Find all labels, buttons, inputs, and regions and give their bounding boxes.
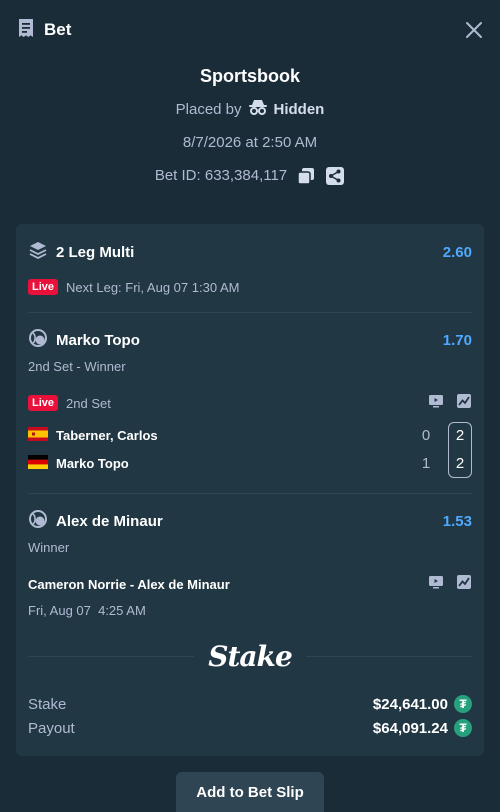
tether-icon: ₮ (454, 695, 472, 713)
leg-1-header: Marko Topo 1.70 (28, 328, 472, 352)
stats-icon[interactable] (456, 393, 472, 414)
divider (28, 312, 472, 313)
tennis-ball-icon (28, 509, 48, 533)
team-2-scores: 1 2 (414, 455, 472, 472)
team-1-scores: 0 2 (414, 427, 472, 444)
multi-title-group: 2 Leg Multi (28, 240, 134, 264)
live-badge: Live (28, 395, 59, 411)
placed-by-line: Placed by Hidden (0, 99, 500, 121)
tennis-ball-icon (28, 328, 48, 352)
header-title-group: Bet (16, 18, 71, 43)
leg-2-market: Winner (28, 540, 70, 555)
stake-logo: Stake (208, 639, 293, 673)
stake-value: $24,641.00 (372, 695, 448, 713)
tv-icon[interactable] (428, 574, 444, 595)
leg-2-event: Cameron Norrie - Alex de Minaur (28, 576, 230, 592)
team-2-name-group: Marko Topo (28, 454, 129, 472)
divider (28, 493, 472, 494)
add-to-bet-slip-button[interactable]: Add to Bet Slip (176, 772, 324, 812)
leg-1-media-icons (428, 393, 472, 414)
share-icon[interactable] (325, 166, 345, 186)
multi-odds: 2.60 (442, 243, 472, 261)
germany-flag-icon (28, 454, 48, 472)
multi-header: 2 Leg Multi 2.60 (28, 242, 472, 262)
placed-by-label: Placed by (175, 101, 242, 118)
leg-2-odds: 1.53 (442, 512, 472, 530)
bet-ticket-icon (16, 18, 36, 43)
bet-id: Bet ID: 633,384,117 (154, 167, 288, 184)
team-1-name: Taberner, Carlos (56, 427, 158, 443)
leg-1-market: 2nd Set - Winner (28, 359, 126, 374)
leg-1-odds: 1.70 (442, 331, 472, 349)
brand-separator: Stake (28, 639, 473, 673)
leg-2-event-row: Cameron Norrie - Alex de Minaur (28, 574, 472, 595)
leg-2-media-icons (428, 574, 472, 595)
stake-label: Stake (28, 695, 67, 713)
payout-value-group: $64,091.24 ₮ (373, 719, 472, 737)
modal-header: Bet (0, 0, 500, 60)
multi-title: 2 Leg Multi (56, 243, 135, 261)
payout-row: Payout $64,091.24 ₮ (28, 716, 472, 740)
leg-1-period: 2nd Set (66, 395, 111, 411)
team-2-current-score: 2 (455, 454, 465, 472)
leg-2-header: Alex de Minaur 1.53 (28, 509, 472, 533)
live-badge: Live (28, 279, 59, 295)
stake-row: Stake $24,641.00 ₮ (28, 692, 472, 716)
bet-meta: Sportsbook Placed by Hidden 8/7/2026 at … (0, 60, 500, 187)
team-1-name-group: Taberner, Carlos (28, 426, 158, 444)
stake-value-group: $24,641.00 ₮ (373, 695, 472, 713)
leg-1-live-row: Live 2nd Set (28, 393, 472, 414)
team-1-current-score: 2 (455, 426, 465, 444)
leg-1-title-group: Marko Topo (28, 328, 140, 352)
bet-datetime: 8/7/2026 at 2:50 AM (182, 134, 318, 151)
separator-line-right (305, 655, 473, 657)
sportsbook-title: Sportsbook (199, 66, 300, 86)
leg-1-live-group: Live 2nd Set (28, 395, 111, 411)
layers-icon (28, 240, 48, 264)
placed-by-name: Hidden (273, 101, 325, 118)
leg-2-time: Fri, Aug 07 4:25 AM (28, 603, 146, 618)
multi-next-leg: Live Next Leg: Fri, Aug 07 1:30 AM (28, 278, 472, 296)
separator-line-left (28, 655, 195, 657)
copy-icon[interactable] (297, 167, 315, 185)
bet-id-line: Bet ID: 633,384,117 (0, 165, 500, 187)
team-1-prev-score: 0 (421, 426, 431, 444)
leg-1-team-1: Taberner, Carlos 0 2 (28, 421, 472, 449)
next-leg-text: Next Leg: Fri, Aug 07 1:30 AM (66, 279, 240, 295)
leg-1-team-2: Marko Topo 1 2 (28, 449, 472, 477)
bet-card: 2 Leg Multi 2.60 Live Next Leg: Fri, Aug… (16, 224, 484, 756)
close-icon[interactable] (464, 20, 484, 40)
incognito-icon (248, 99, 268, 122)
leg-2-selection: Alex de Minaur (56, 512, 163, 530)
team-2-prev-score: 1 (421, 454, 431, 472)
payout-label: Payout (28, 719, 75, 737)
leg-1-selection: Marko Topo (56, 331, 140, 349)
stats-icon[interactable] (456, 574, 472, 595)
leg-2-title-group: Alex de Minaur (28, 509, 163, 533)
payout-value: $64,091.24 (372, 719, 448, 737)
modal-title: Bet (44, 20, 72, 39)
team-2-name: Marko Topo (56, 455, 129, 471)
spain-flag-icon (28, 426, 48, 444)
tether-icon: ₮ (454, 719, 472, 737)
tv-icon[interactable] (428, 393, 444, 414)
